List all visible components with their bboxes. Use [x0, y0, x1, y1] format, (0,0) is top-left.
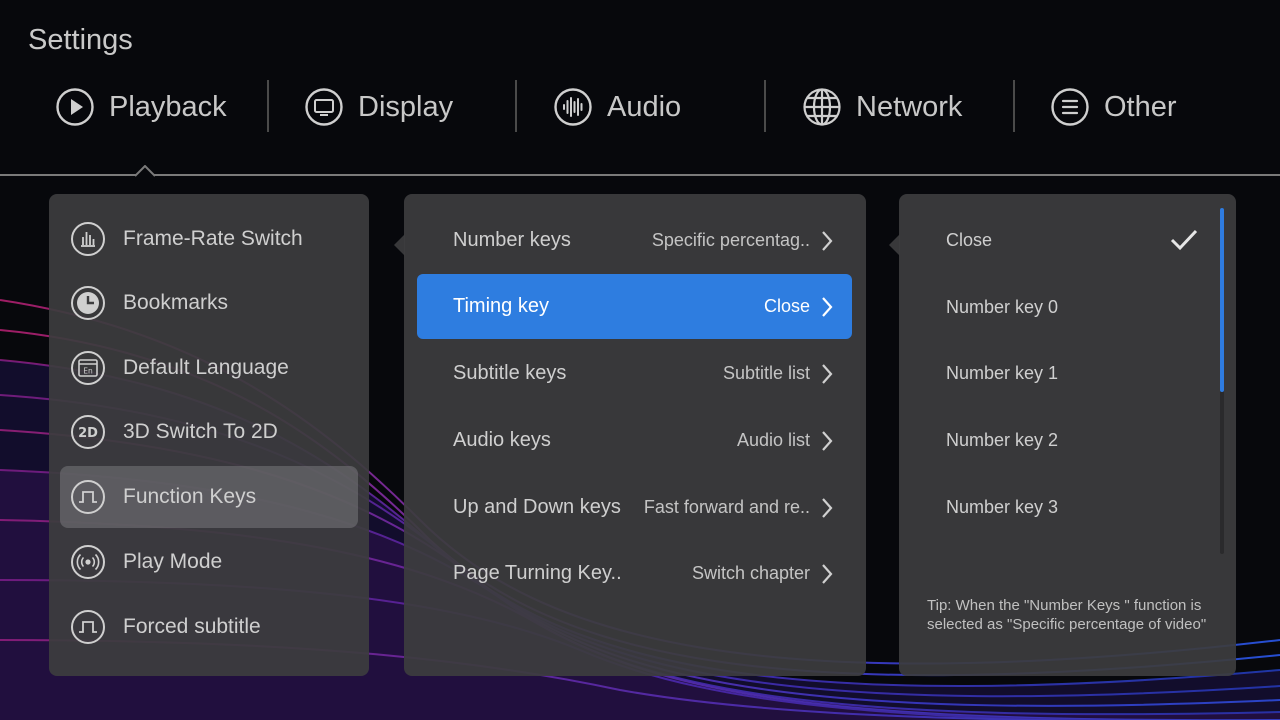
menu-item-frame-rate-switch[interactable]: Frame-Rate Switch: [60, 208, 358, 270]
menu-item-label: 3D Switch To 2D: [123, 420, 278, 443]
menu-item-play-mode[interactable]: Play Mode: [60, 531, 358, 593]
menu-item-label: Forced subtitle: [123, 615, 261, 638]
scrollbar-thumb[interactable]: [1220, 208, 1224, 392]
tab-network[interactable]: Network: [802, 76, 962, 138]
broadcast-icon: [71, 545, 105, 579]
menu-item-function-keys[interactable]: Function Keys: [60, 466, 358, 528]
menu-item-default-language[interactable]: En Default Language: [60, 337, 358, 399]
monitor-icon: [305, 88, 343, 126]
option-row-audio-keys[interactable]: Audio keys Audio list: [417, 408, 852, 473]
tab-divider: [1013, 80, 1015, 132]
function-keys-panel: Number keys Specific percentag.. Timing …: [394, 194, 866, 676]
menu-item-3d-switch-to-2d[interactable]: 2D 3D Switch To 2D: [60, 401, 358, 463]
chevron-right-icon: [822, 297, 833, 317]
menu-item-label: Play Mode: [123, 550, 223, 573]
option-value: Switch chapter: [691, 563, 810, 583]
option-row-up-and-down-keys[interactable]: Up and Down keys Fast forward and re..: [417, 475, 852, 540]
menu-item-bookmarks[interactable]: Bookmarks: [60, 272, 358, 334]
choice-number-key-1[interactable]: Number key 1: [899, 343, 1209, 403]
checkmark-icon: [1170, 229, 1198, 251]
choice-label: Number key 3: [946, 496, 1059, 517]
option-row-page-turning-key[interactable]: Page Turning Key.. Switch chapter: [417, 541, 852, 606]
tab-other[interactable]: Other: [1050, 76, 1177, 138]
tab-display[interactable]: Display: [304, 76, 453, 138]
svg-text:En: En: [83, 367, 93, 376]
tab-underline: [0, 174, 1280, 176]
2d-icon: 2D: [71, 415, 105, 449]
bar-chart-icon: [71, 222, 105, 256]
pulse-wave-icon: [71, 480, 105, 514]
selected-tab-caret: [135, 165, 155, 177]
choice-label: Number key 0: [946, 296, 1059, 317]
option-label: Page Turning Key..: [453, 562, 622, 584]
option-row-timing-key[interactable]: Timing key Close: [417, 274, 852, 339]
tab-divider: [764, 80, 766, 132]
option-row-number-keys[interactable]: Number keys Specific percentag..: [417, 208, 852, 273]
menu-lines-icon: [1051, 88, 1089, 126]
option-label: Number keys: [453, 229, 571, 251]
tab-divider: [267, 80, 269, 132]
chevron-right-icon: [822, 231, 833, 251]
option-label: Up and Down keys: [453, 496, 621, 518]
tab-label: Audio: [607, 90, 682, 123]
option-label: Audio keys: [453, 429, 551, 451]
option-row-subtitle-keys[interactable]: Subtitle keys Subtitle list: [417, 341, 852, 406]
settings-menu-panel: Frame-Rate Switch Bookmarks En Default L…: [49, 194, 369, 676]
panel-pointer: [394, 234, 405, 256]
tab-label: Network: [856, 90, 963, 123]
language-icon: En: [71, 351, 105, 385]
play-icon: [56, 88, 94, 126]
tab-playback[interactable]: Playback: [55, 76, 227, 138]
option-value: Subtitle list: [722, 363, 810, 383]
menu-item-label: Default Language: [123, 356, 289, 379]
chevron-right-icon: [822, 431, 833, 451]
choice-label: Number key 1: [946, 362, 1059, 383]
timing-key-choices-panel: Close Number key 0 Number key 1 Number k…: [889, 194, 1236, 676]
pulse-wave-icon: [71, 610, 105, 644]
option-label: Subtitle keys: [453, 362, 567, 384]
tab-label: Display: [358, 90, 454, 123]
tab-label: Playback: [109, 90, 227, 123]
tab-divider: [515, 80, 517, 132]
menu-item-label: Bookmarks: [123, 291, 229, 314]
category-tabs: Playback Display Audio Network Other: [0, 76, 1280, 138]
clock-icon: [71, 286, 105, 320]
scrollbar[interactable]: [1220, 208, 1224, 554]
menu-item-forced-subtitle[interactable]: Forced subtitle: [60, 596, 358, 658]
option-value: Fast forward and re..: [643, 497, 810, 517]
choice-close[interactable]: Close: [899, 210, 1209, 270]
chevron-right-icon: [822, 564, 833, 584]
choice-number-key-2[interactable]: Number key 2: [899, 410, 1209, 470]
globe-icon: [803, 88, 841, 126]
chevron-right-icon: [822, 498, 833, 518]
svg-text:2D: 2D: [78, 426, 98, 441]
choice-label: Close: [946, 229, 993, 250]
page-title: Settings: [28, 24, 133, 56]
tab-audio[interactable]: Audio: [553, 76, 681, 138]
choice-number-key-3[interactable]: Number key 3: [899, 477, 1209, 537]
audio-waveform-icon: [554, 88, 592, 126]
chevron-right-icon: [822, 364, 833, 384]
tab-label: Other: [1104, 90, 1177, 123]
option-value: Specific percentag..: [651, 230, 810, 250]
menu-item-label: Frame-Rate Switch: [123, 227, 303, 250]
choice-number-key-0[interactable]: Number key 0: [899, 277, 1209, 337]
option-value: Audio list: [736, 430, 810, 450]
option-label: Timing key: [453, 295, 549, 317]
tip-text: Tip: When the "Number Keys " function is…: [927, 597, 1207, 633]
option-value: Close: [763, 296, 810, 316]
menu-item-label: Function Keys: [123, 485, 257, 508]
choice-label: Number key 2: [946, 429, 1059, 450]
